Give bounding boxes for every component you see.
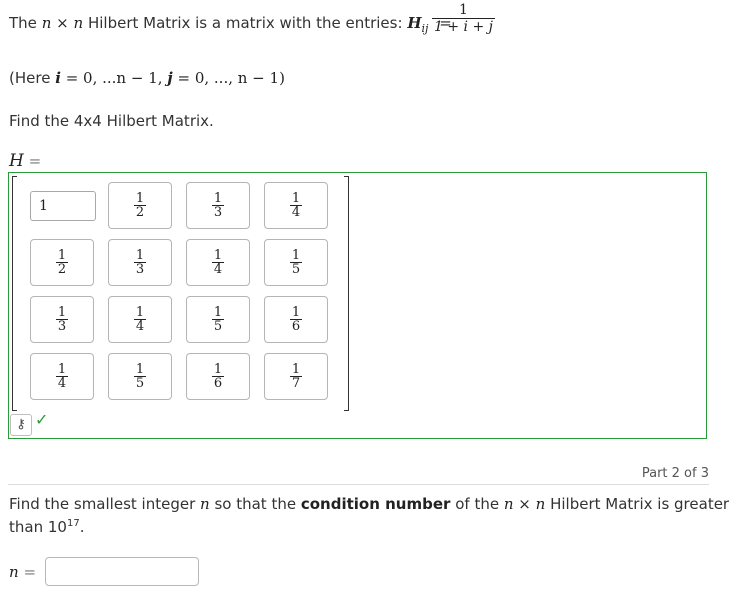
question-text: than 10 — [9, 518, 67, 536]
key-icon[interactable]: ⚷ — [10, 414, 32, 436]
matrix-input-r3c1[interactable]: 13 — [30, 296, 94, 343]
cell-numerator: 1 — [57, 305, 67, 320]
n-answer-input[interactable] — [45, 557, 199, 586]
intro-the: The — [9, 14, 37, 32]
matrix-input-r3c3[interactable]: 15 — [186, 296, 250, 343]
math-times: × — [56, 14, 69, 32]
entry-formula: 1 1 + i + j — [432, 2, 495, 35]
question-text: so that the — [214, 495, 297, 513]
cell-denominator: 5 — [289, 262, 303, 277]
question-line-2: than 1017. — [9, 514, 84, 537]
math-i-range: = 0, ...n − 1, — [65, 69, 163, 87]
cell-numerator: 1 — [213, 305, 223, 320]
cell-denominator: 3 — [55, 319, 69, 334]
cell-numerator: 1 — [213, 191, 223, 206]
question-period: . — [79, 518, 85, 536]
cell-numerator: 1 — [57, 362, 67, 377]
matrix-input-r2c1[interactable]: 12 — [30, 239, 94, 286]
exponent: 17 — [66, 518, 80, 529]
cell-denominator: 3 — [211, 205, 225, 220]
math-j-range: = 0, ..., n − 1) — [177, 69, 285, 87]
cell-denominator: 3 — [133, 262, 147, 277]
cell-denominator: 4 — [133, 319, 147, 334]
cell-numerator: 1 — [213, 248, 223, 263]
task-text: Find the 4x4 Hilbert Matrix. — [9, 112, 214, 130]
matrix-input-r1c3[interactable]: 13 — [186, 182, 250, 229]
cell-denominator: 5 — [211, 319, 225, 334]
cell-denominator: 5 — [133, 376, 147, 391]
cell-numerator: 1 — [135, 305, 145, 320]
section-divider — [8, 484, 709, 485]
cell-numerator: 1 — [135, 362, 145, 377]
range-note: (Here i = 0, ...n − 1, j = 0, ..., n − 1… — [9, 68, 285, 88]
cell-denominator: 2 — [55, 262, 69, 277]
answer-label: n = — [9, 562, 36, 582]
intro-text: The n × n Hilbert Matrix is a matrix wit… — [9, 13, 458, 39]
cell-denominator: 4 — [289, 205, 303, 220]
cell-value: 1 — [39, 198, 48, 214]
math-j: j — [167, 69, 173, 87]
math-equals: = — [28, 152, 42, 170]
math-h: H — [9, 151, 24, 171]
matrix-input-r2c4[interactable]: 15 — [264, 239, 328, 286]
matrix-left-bracket — [12, 176, 17, 411]
cell-denominator: 4 — [211, 262, 225, 277]
formula-denominator: 1 + i + j — [432, 18, 495, 35]
question-line-1: Find the smallest integer n so that the … — [9, 494, 729, 514]
math-equals: = — [23, 563, 37, 581]
matrix-input-r1c1[interactable]: 1 — [30, 191, 96, 221]
matrix-input-r3c4[interactable]: 16 — [264, 296, 328, 343]
question-text: of the — [455, 495, 500, 513]
check-icon: ✓ — [35, 410, 49, 429]
question-text: Find the smallest integer — [9, 495, 196, 513]
math-times: × — [518, 495, 531, 513]
matrix-right-bracket — [344, 176, 349, 411]
math-n: n — [41, 14, 52, 32]
matrix-input-r2c2[interactable]: 13 — [108, 239, 172, 286]
part-label: Part 2 of 3 — [641, 466, 709, 481]
cell-denominator: 4 — [55, 376, 69, 391]
math-n: n — [9, 563, 19, 581]
math-n: n — [73, 14, 84, 32]
cell-denominator: 6 — [211, 376, 225, 391]
math-subscript-ij: ij — [421, 22, 429, 35]
cell-denominator: 6 — [289, 319, 303, 334]
matrix-input-r1c2[interactable]: 12 — [108, 182, 172, 229]
math-h: H — [407, 14, 422, 32]
cell-denominator: 7 — [289, 376, 303, 391]
cell-numerator: 1 — [57, 248, 67, 263]
cell-numerator: 1 — [291, 248, 301, 263]
matrix-input-r4c2[interactable]: 15 — [108, 353, 172, 400]
intro-description: Hilbert Matrix is a matrix with the entr… — [87, 14, 403, 32]
matrix-input-r4c3[interactable]: 16 — [186, 353, 250, 400]
cell-numerator: 1 — [213, 362, 223, 377]
matrix-input-r4c4[interactable]: 17 — [264, 353, 328, 400]
cell-numerator: 1 — [291, 191, 301, 206]
matrix-input-r1c4[interactable]: 14 — [264, 182, 328, 229]
formula-numerator: 1 — [459, 2, 468, 18]
matrix-label: H = — [9, 151, 41, 171]
math-i: i — [55, 69, 61, 87]
math-n: n — [503, 495, 514, 513]
cell-numerator: 1 — [291, 305, 301, 320]
question-text: Hilbert Matrix is greater — [550, 495, 730, 513]
math-n: n — [535, 495, 546, 513]
range-open: (Here — [9, 69, 51, 87]
math-n: n — [200, 495, 210, 513]
matrix-input-r2c3[interactable]: 14 — [186, 239, 250, 286]
cell-numerator: 1 — [135, 248, 145, 263]
cell-denominator: 2 — [133, 205, 147, 220]
cell-numerator: 1 — [135, 191, 145, 206]
matrix-input-r4c1[interactable]: 14 — [30, 353, 94, 400]
matrix-input-r3c2[interactable]: 14 — [108, 296, 172, 343]
cell-numerator: 1 — [291, 362, 301, 377]
condition-number-term: condition number — [300, 495, 451, 513]
